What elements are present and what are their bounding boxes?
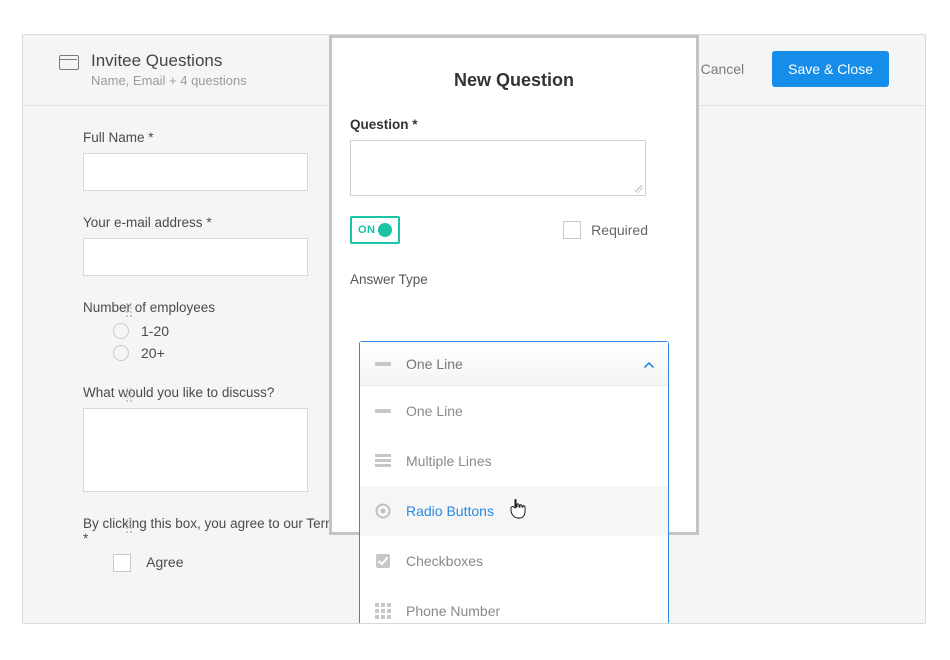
radio-icon [113, 345, 129, 361]
employees-option-label: 20+ [141, 345, 165, 361]
agree-label: Agree [146, 554, 183, 570]
employees-option-label: 1-20 [141, 323, 169, 339]
agree-checkbox[interactable] [113, 554, 131, 572]
toggle-label: ON [358, 224, 376, 236]
required-label: Required [591, 222, 648, 238]
drag-handle-icon[interactable] [125, 518, 133, 536]
drag-handle-icon[interactable] [125, 302, 133, 320]
cursor-pointer-icon [509, 499, 527, 522]
option-label: Checkboxes [406, 553, 483, 569]
question-enabled-toggle[interactable]: ON [350, 216, 400, 244]
invitee-questions-panel: Invitee Questions Name, Email + 4 questi… [22, 34, 926, 624]
chevron-up-icon [644, 357, 654, 371]
modal-title: New Question [350, 70, 678, 91]
answer-type-selected[interactable]: One Line [360, 342, 668, 386]
checkbox-icon [374, 553, 392, 569]
full-name-input[interactable] [83, 153, 308, 191]
save-close-button[interactable]: Save & Close [772, 51, 889, 87]
answer-type-option-phone-number[interactable]: Phone Number [360, 586, 668, 624]
email-input[interactable] [83, 238, 308, 276]
option-label: One Line [406, 403, 463, 419]
answer-type-option-one-line[interactable]: One Line [360, 386, 668, 436]
option-label: Phone Number [406, 603, 500, 619]
panel-title: Invitee Questions [91, 51, 247, 71]
radio-icon [113, 323, 129, 339]
answer-type-label: Answer Type [350, 272, 678, 287]
oneline-icon [374, 406, 392, 416]
question-textarea[interactable] [350, 140, 646, 196]
radio-icon [374, 503, 392, 519]
cancel-button[interactable]: Cancel [695, 60, 751, 78]
panel-subtitle: Name, Email + 4 questions [91, 73, 247, 88]
answer-type-option-checkboxes[interactable]: Checkboxes [360, 536, 668, 586]
toggle-knob [378, 223, 392, 237]
question-label: Question * [350, 117, 678, 132]
multilines-icon [374, 454, 392, 468]
grid-icon [374, 603, 392, 619]
option-label: Radio Buttons [406, 503, 494, 519]
questions-section-icon [59, 55, 77, 69]
oneline-icon [374, 359, 392, 369]
required-checkbox[interactable] [563, 221, 581, 239]
drag-handle-icon[interactable] [125, 387, 133, 405]
option-label: Multiple Lines [406, 453, 492, 469]
answer-type-dropdown: One Line One Line Multiple Lines [359, 341, 669, 624]
discuss-textarea[interactable] [83, 408, 308, 492]
answer-type-option-multiple-lines[interactable]: Multiple Lines [360, 436, 668, 486]
answer-type-selected-label: One Line [406, 356, 463, 372]
